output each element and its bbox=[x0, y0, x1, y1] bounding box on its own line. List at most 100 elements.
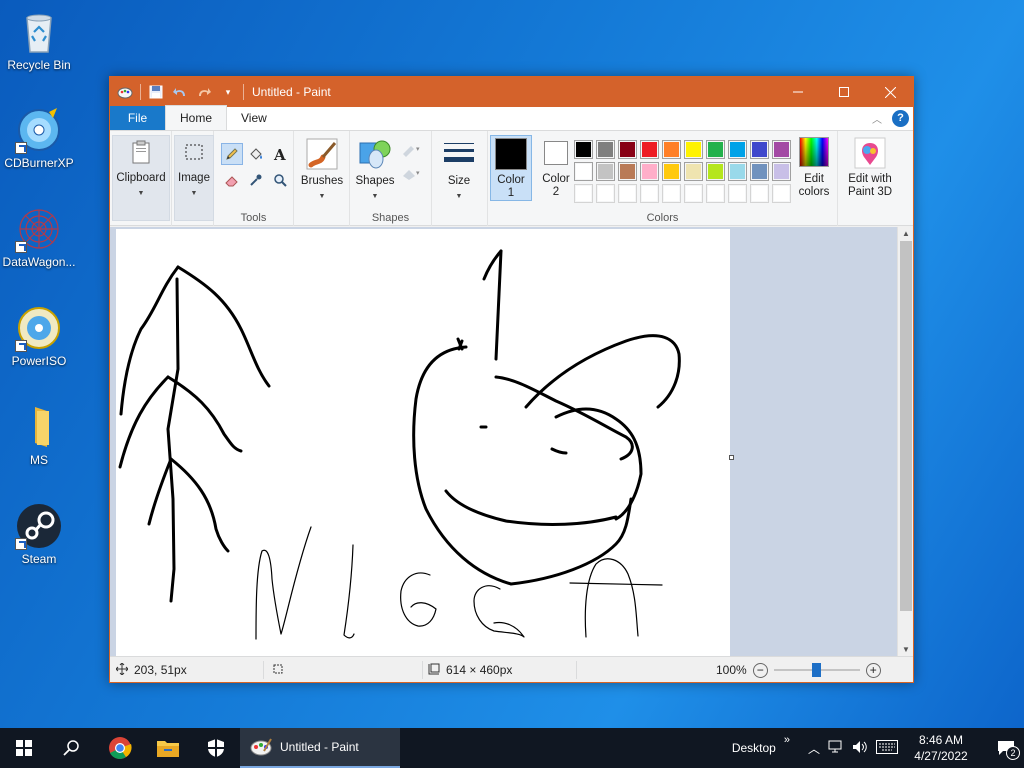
text-tool[interactable]: A bbox=[269, 143, 291, 165]
toolbar-overflow-icon[interactable]: » bbox=[784, 734, 790, 746]
fill-shape-icon: ▾ bbox=[403, 170, 420, 180]
desktop-icon-poweriso[interactable]: PowerISO bbox=[1, 304, 77, 368]
scroll-down-icon[interactable]: ▼ bbox=[898, 643, 914, 657]
zoom-in-icon[interactable]: + bbox=[865, 662, 881, 678]
palette-swatch[interactable] bbox=[596, 140, 615, 159]
group-shapes: Shapes ▼ ▾ ▾ Shapes bbox=[350, 131, 432, 226]
file-explorer-button[interactable] bbox=[144, 728, 192, 768]
redo-icon[interactable] bbox=[195, 83, 213, 101]
palette-swatch[interactable] bbox=[750, 140, 769, 159]
size-button[interactable]: Size ▼ bbox=[438, 135, 480, 203]
palette-swatch[interactable] bbox=[596, 184, 615, 203]
show-hidden-icons[interactable]: ︿ bbox=[808, 740, 820, 757]
image-button[interactable]: Image ▼ bbox=[174, 135, 214, 221]
zoom-slider-thumb[interactable] bbox=[812, 663, 822, 677]
steam-icon bbox=[15, 502, 63, 550]
zoom-level: 100% bbox=[716, 663, 747, 677]
palette-swatch[interactable] bbox=[772, 162, 791, 181]
palette-swatch[interactable] bbox=[640, 162, 659, 181]
shortcut-arrow-icon bbox=[15, 538, 27, 550]
desktop-icon-steam[interactable]: Steam bbox=[1, 502, 77, 566]
color2-button[interactable]: Color 2 bbox=[536, 135, 576, 201]
notification-center-button[interactable]: 2 bbox=[988, 728, 1024, 768]
palette-swatch[interactable] bbox=[728, 162, 747, 181]
tab-file[interactable]: File bbox=[110, 106, 165, 130]
network-icon[interactable] bbox=[828, 740, 844, 757]
tab-home[interactable]: Home bbox=[165, 105, 228, 130]
search-button[interactable] bbox=[48, 728, 96, 768]
pencil-tool[interactable] bbox=[221, 143, 243, 165]
tab-view[interactable]: View bbox=[227, 106, 281, 130]
maximize-button[interactable] bbox=[821, 77, 867, 107]
zoom-slider[interactable] bbox=[773, 663, 860, 677]
color-picker-tool[interactable] bbox=[245, 169, 267, 191]
palette-swatch[interactable] bbox=[706, 162, 725, 181]
fill-tool[interactable] bbox=[245, 143, 267, 165]
palette-swatch[interactable] bbox=[640, 184, 659, 203]
desktop-icon-recycle-bin[interactable]: Recycle Bin bbox=[1, 8, 77, 72]
close-button[interactable] bbox=[867, 77, 913, 107]
palette-swatch[interactable] bbox=[618, 140, 637, 159]
palette-swatch[interactable] bbox=[596, 162, 615, 181]
magnifier-tool[interactable] bbox=[269, 169, 291, 191]
palette-swatch[interactable] bbox=[574, 162, 593, 181]
desktop-icon-datawagon[interactable]: DataWagon... bbox=[1, 205, 77, 269]
minimize-button[interactable] bbox=[775, 77, 821, 107]
palette-swatch[interactable] bbox=[750, 184, 769, 203]
palette-swatch[interactable] bbox=[662, 140, 681, 159]
drawing-canvas[interactable] bbox=[116, 229, 730, 657]
shapes-button[interactable]: Shapes ▼ bbox=[354, 135, 396, 203]
palette-swatch[interactable] bbox=[574, 184, 593, 203]
taskbar-app-label: Untitled - Paint bbox=[280, 740, 359, 754]
undo-icon[interactable] bbox=[171, 83, 189, 101]
palette-swatch[interactable] bbox=[640, 140, 659, 159]
scrollbar-thumb[interactable] bbox=[900, 241, 912, 611]
scroll-up-icon[interactable]: ▲ bbox=[898, 227, 914, 241]
eraser-tool[interactable] bbox=[221, 169, 243, 191]
palette-swatch[interactable] bbox=[574, 140, 593, 159]
palette-swatch[interactable] bbox=[728, 140, 747, 159]
volume-icon[interactable] bbox=[852, 740, 868, 757]
fill-shape-button[interactable]: ▾ bbox=[398, 163, 426, 185]
palette-swatch[interactable] bbox=[662, 184, 681, 203]
taskbar-app-paint[interactable]: Untitled - Paint bbox=[240, 728, 400, 768]
edit-with-paint3d-button[interactable]: Edit with Paint 3D bbox=[842, 135, 898, 199]
security-button[interactable] bbox=[192, 728, 240, 768]
palette-swatch[interactable] bbox=[706, 184, 725, 203]
keyboard-icon[interactable] bbox=[876, 739, 898, 757]
desktop-icon-cdburnerxp[interactable]: CDBurnerXP bbox=[1, 106, 77, 170]
clock[interactable]: 8:46 AM 4/27/2022 bbox=[908, 732, 974, 764]
palette-swatch[interactable] bbox=[662, 162, 681, 181]
color1-button[interactable]: Color 1 bbox=[490, 135, 532, 201]
zoom-out-icon[interactable]: − bbox=[752, 662, 768, 678]
palette-swatch[interactable] bbox=[618, 162, 637, 181]
palette-swatch[interactable] bbox=[618, 184, 637, 203]
palette-swatch[interactable] bbox=[684, 162, 703, 181]
palette-swatch[interactable] bbox=[772, 184, 791, 203]
customize-qat-icon[interactable]: ▾ bbox=[219, 83, 237, 101]
group-image: Image ▼ bbox=[172, 131, 214, 226]
brushes-button[interactable]: Brushes ▼ bbox=[298, 135, 346, 203]
palette-swatch[interactable] bbox=[706, 140, 725, 159]
save-icon[interactable] bbox=[147, 83, 165, 101]
palette-swatch[interactable] bbox=[750, 162, 769, 181]
edit-colors-button[interactable]: Edit colors bbox=[792, 135, 836, 199]
help-icon[interactable]: ? bbox=[892, 110, 909, 127]
vertical-scrollbar[interactable]: ▲ ▼ bbox=[897, 227, 913, 657]
chrome-taskbar-button[interactable] bbox=[96, 728, 144, 768]
paint-app-icon[interactable] bbox=[116, 83, 134, 101]
color1-label-b: 1 bbox=[507, 187, 515, 199]
start-button[interactable] bbox=[0, 728, 48, 768]
palette-swatch[interactable] bbox=[684, 140, 703, 159]
outline-button[interactable]: ▾ bbox=[398, 139, 426, 161]
palette-swatch[interactable] bbox=[772, 140, 791, 159]
palette-swatch[interactable] bbox=[728, 184, 747, 203]
desktop-toolbar-label[interactable]: Desktop bbox=[732, 741, 776, 755]
palette-swatch[interactable] bbox=[684, 184, 703, 203]
collapse-ribbon-icon[interactable]: ︿ bbox=[872, 111, 882, 126]
clipboard-button[interactable]: Clipboard ▼ bbox=[112, 135, 170, 221]
desktop-icon-ms-folder[interactable]: MS bbox=[1, 403, 77, 467]
status-bar: 203, 51px 614 × 460px 100% − + bbox=[110, 656, 913, 682]
title-bar[interactable]: ▾ Untitled - Paint bbox=[110, 77, 913, 107]
canvas-resize-handle-right[interactable] bbox=[729, 455, 734, 460]
